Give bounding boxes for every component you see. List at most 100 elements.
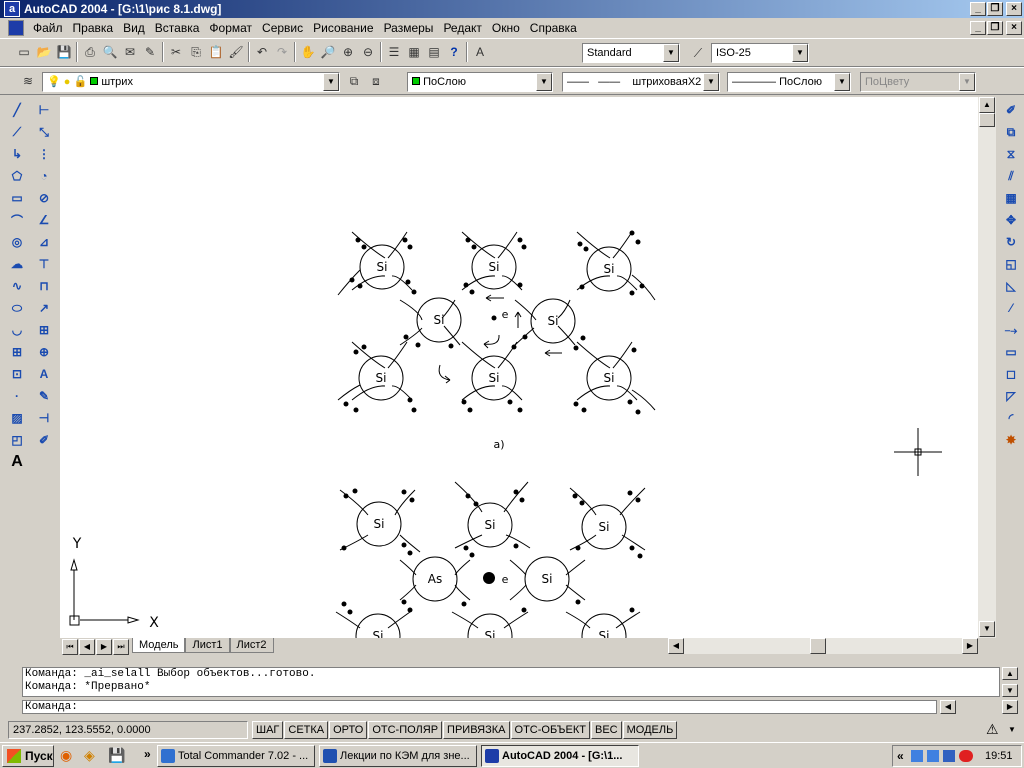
properties-icon[interactable]: ☰ — [384, 42, 404, 62]
menu-dimension[interactable]: Размеры — [379, 21, 439, 35]
antivirus-icon[interactable] — [959, 750, 973, 762]
cmd-scroll-up-icon[interactable]: ▲ — [1002, 667, 1018, 680]
command-input[interactable]: Команда: — [22, 700, 937, 714]
move-icon[interactable]: ✥ — [1001, 210, 1021, 230]
zoom-realtime-icon[interactable]: 🔎 — [318, 42, 338, 62]
line-icon[interactable]: ╱ — [7, 100, 27, 120]
coordinates-display[interactable]: 237.2852, 123.5552, 0.0000 — [8, 721, 248, 739]
undo-icon[interactable]: ↶ — [252, 42, 272, 62]
ellipse-icon[interactable]: ⬭ — [7, 298, 27, 318]
network3-icon[interactable] — [943, 750, 955, 762]
make-layer-current-icon[interactable]: ⧉ — [344, 71, 364, 91]
erase-icon[interactable]: ✐ — [1001, 100, 1021, 120]
circle-icon[interactable]: ◎ — [7, 232, 27, 252]
center-mark-icon[interactable]: ⊕ — [34, 342, 54, 362]
dim-style-select[interactable]: ISO-25 ▼ — [711, 43, 809, 63]
offset-icon[interactable]: ⫽ — [1001, 166, 1021, 186]
otrack-toggle[interactable]: ОТС-ОБЪЕКТ — [510, 721, 590, 739]
status-menu-icon[interactable]: ▼ — [1008, 725, 1016, 734]
chamfer-icon[interactable]: ◸ — [1001, 386, 1021, 406]
lineweight-select[interactable]: ———— ПоСлою ▼ — [727, 72, 851, 92]
grid-toggle[interactable]: СЕТКА — [284, 721, 329, 739]
scroll-right-icon[interactable]: ▶ — [962, 638, 978, 654]
close-button[interactable]: × — [1006, 2, 1022, 16]
dim-edit-icon[interactable]: A — [34, 364, 54, 384]
tab-layout1[interactable]: Лист1 — [185, 638, 230, 653]
construction-line-icon[interactable]: ⟋ — [7, 122, 27, 142]
network2-icon[interactable] — [927, 750, 939, 762]
layer-select[interactable]: 💡 ● 🔓 штрих ▼ — [42, 72, 340, 92]
help-icon[interactable]: ? — [444, 42, 464, 62]
menu-tools[interactable]: Сервис — [257, 21, 308, 35]
mirror-icon[interactable]: ⧖ — [1001, 144, 1021, 164]
layer-previous-icon[interactable]: ⧈ — [366, 71, 386, 91]
quicklaunch-more-icon[interactable]: » — [144, 747, 151, 761]
design-center-icon[interactable]: ▦ — [404, 42, 424, 62]
dim-style-icon[interactable]: ⟋ — [688, 43, 708, 63]
scroll-thumb[interactable] — [979, 113, 995, 127]
scale-icon[interactable]: ◱ — [1001, 254, 1021, 274]
zoom-window-icon[interactable]: ⊕ — [338, 42, 358, 62]
first-tab-icon[interactable]: ⏮ — [62, 639, 78, 655]
cut-icon[interactable]: ✂ — [166, 42, 186, 62]
task-autocad[interactable]: AutoCAD 2004 - [G:\1... — [481, 745, 639, 767]
redo-icon[interactable]: ↷ — [272, 42, 292, 62]
tool-palettes-icon[interactable]: ▤ — [424, 42, 444, 62]
pan-icon[interactable]: ✋ — [298, 42, 318, 62]
menu-help[interactable]: Справка — [525, 21, 582, 35]
fillet-icon[interactable]: ◜ — [1001, 408, 1021, 428]
color-select[interactable]: ПоСлою ▼ — [407, 72, 553, 92]
layer-manager-icon[interactable]: ≋ — [18, 71, 38, 91]
last-tab-icon[interactable]: ⏭ — [113, 639, 129, 655]
revision-cloud-icon[interactable]: ☁ — [7, 254, 27, 274]
dim-style-manager-icon[interactable]: ✐ — [34, 430, 54, 450]
stretch-icon[interactable]: ◺ — [1001, 276, 1021, 296]
communication-center-icon[interactable]: ⚠ — [986, 721, 999, 738]
cmd-scroll-down-icon[interactable]: ▼ — [1002, 684, 1018, 697]
tab-layout2[interactable]: Лист2 — [229, 638, 274, 653]
autocad-app-icon[interactable]: a — [4, 1, 20, 17]
maximize-button[interactable]: ❐ — [987, 2, 1003, 16]
text-style-icon[interactable]: A — [470, 42, 490, 62]
continue-dim-icon[interactable]: ⊓ — [34, 276, 54, 296]
doc-restore-button[interactable]: ❐ — [987, 21, 1003, 35]
diameter-dim-icon[interactable]: ⊘ — [34, 188, 54, 208]
snap-toggle[interactable]: ШАГ — [252, 721, 284, 739]
ellipse-arc-icon[interactable]: ◡ — [7, 320, 27, 340]
linetype-select[interactable]: —— —— штриховаяX2 ▼ — [562, 72, 720, 92]
menu-insert[interactable]: Вставка — [150, 21, 205, 35]
text-style-select[interactable]: Standard ▼ — [582, 43, 680, 63]
open-icon[interactable]: 📂 — [34, 42, 54, 62]
baseline-dim-icon[interactable]: ⊤ — [34, 254, 54, 274]
print-preview-icon[interactable]: 🔍 — [100, 42, 120, 62]
radius-dim-icon[interactable]: ◔ — [34, 166, 54, 186]
new-icon[interactable]: ▭ — [14, 42, 34, 62]
model-toggle[interactable]: МОДЕЛЬ — [622, 721, 678, 739]
task-total-commander[interactable]: Total Commander 7.02 - ... — [157, 745, 315, 767]
polar-toggle[interactable]: ОТС-ПОЛЯР — [368, 721, 443, 739]
copy-object-icon[interactable]: ⧉ — [1001, 122, 1021, 142]
cmd-scroll-right-icon[interactable]: ▶ — [1002, 700, 1018, 714]
doc-close-button[interactable]: × — [1006, 21, 1022, 35]
break-icon[interactable]: ▭ — [1001, 342, 1021, 362]
tolerance-icon[interactable]: ⊞ — [34, 320, 54, 340]
scroll-down-icon[interactable]: ▼ — [979, 621, 995, 637]
firefox-icon[interactable]: ◉ — [60, 747, 72, 764]
floppy-icon[interactable]: 💾 — [108, 747, 125, 764]
match-properties-icon[interactable]: 🖌 — [226, 42, 246, 62]
make-block-icon[interactable]: ⊡ — [7, 364, 27, 384]
spline-icon[interactable]: ∿ — [7, 276, 27, 296]
start-button[interactable]: Пуск — [2, 745, 54, 767]
arc-icon[interactable]: ⌒ — [7, 210, 27, 230]
hscroll-thumb[interactable] — [810, 638, 826, 654]
pen-icon[interactable]: ✎ — [140, 42, 160, 62]
dim-update-icon[interactable]: ⊣ — [34, 408, 54, 428]
zoom-previous-icon[interactable]: ⊖ — [358, 42, 378, 62]
polygon-icon[interactable]: ⬠ — [7, 166, 27, 186]
network-icon[interactable] — [911, 750, 923, 762]
tab-model[interactable]: Модель — [132, 638, 186, 653]
print-icon[interactable]: ⎙ — [80, 42, 100, 62]
horizontal-scrollbar[interactable]: ◀ ▶ — [668, 638, 978, 654]
tray-expand-icon[interactable]: « — [897, 746, 904, 766]
rotate-icon[interactable]: ↻ — [1001, 232, 1021, 252]
